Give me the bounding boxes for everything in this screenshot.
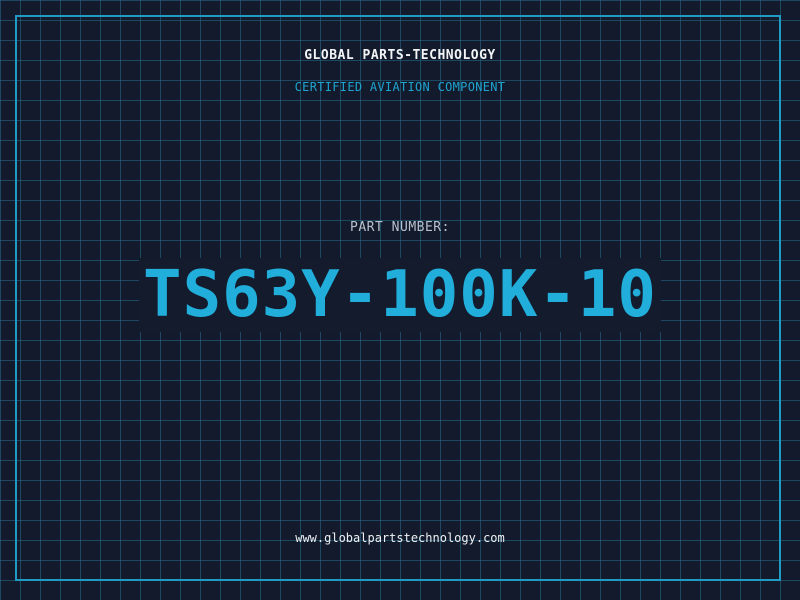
part-card: GLOBAL PARTS-TECHNOLOGY CERTIFIED AVIATI… [0, 0, 800, 600]
certification-tagline: CERTIFIED AVIATION COMPONENT [294, 80, 506, 94]
website-url: www.globalpartstechnology.com [295, 531, 505, 545]
part-number-container: TS63Y-100K-10 [0, 258, 800, 332]
company-name: GLOBAL PARTS-TECHNOLOGY [304, 48, 496, 63]
part-number-value: TS63Y-100K-10 [139, 258, 661, 332]
part-number-label: PART NUMBER: [350, 220, 450, 235]
